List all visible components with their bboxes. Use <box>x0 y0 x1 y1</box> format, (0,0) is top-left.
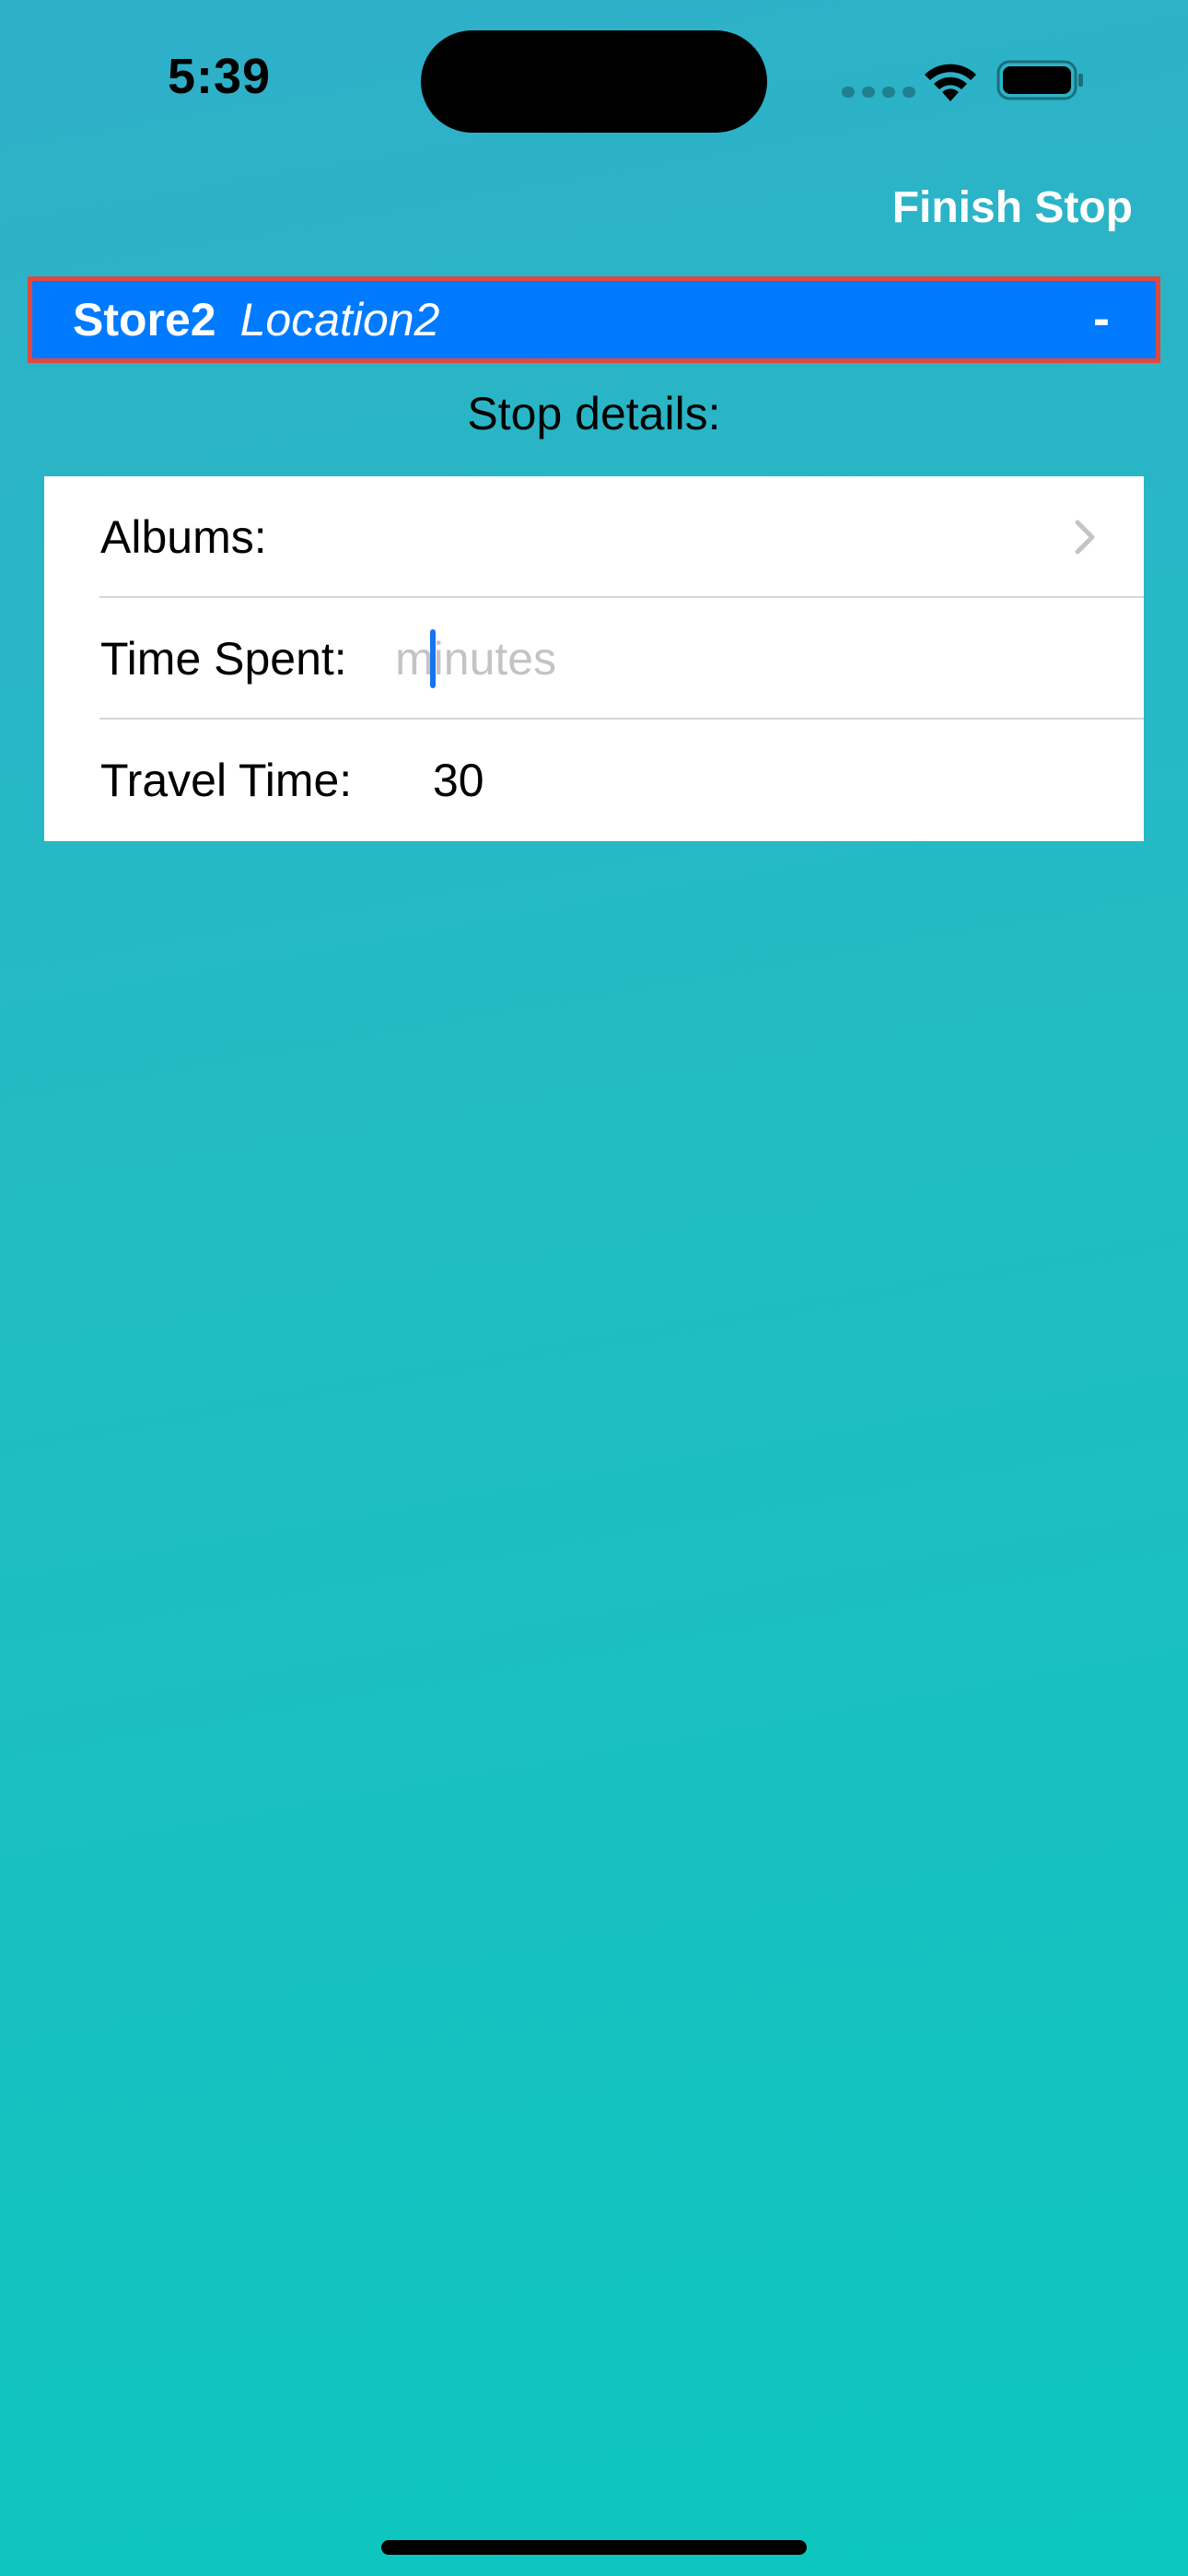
finish-stop-button[interactable]: Finish Stop <box>892 182 1133 233</box>
travel-time-label: Travel Time: <box>100 755 353 806</box>
selected-stop-row[interactable]: Store2 Location2 - <box>28 276 1160 363</box>
travel-time-value[interactable]: 30 <box>433 754 484 807</box>
stop-details-card: Albums: Time Spent: Travel Time: 30 <box>44 476 1144 841</box>
battery-icon <box>996 60 1083 100</box>
status-time: 5:39 <box>168 49 272 104</box>
wifi-icon <box>925 64 976 101</box>
albums-label: Albums: <box>100 511 267 563</box>
section-title: Stop details: <box>467 388 721 439</box>
text-cursor <box>430 629 436 688</box>
dynamic-island <box>421 30 767 133</box>
time-spent-label: Time Spent: <box>100 633 347 685</box>
remove-stop-button[interactable]: - <box>1093 290 1110 347</box>
time-spent-input[interactable] <box>388 626 1095 692</box>
stop-name: Store2 <box>73 294 216 345</box>
albums-row[interactable]: Albums: <box>44 476 1144 598</box>
travel-time-row: Travel Time: 30 <box>44 720 1144 841</box>
stop-location: Location2 <box>239 294 440 345</box>
home-indicator[interactable] <box>381 2540 807 2555</box>
cellular-icon <box>842 87 915 98</box>
chevron-right-icon <box>1075 520 1095 555</box>
time-spent-row: Time Spent: <box>44 598 1144 720</box>
